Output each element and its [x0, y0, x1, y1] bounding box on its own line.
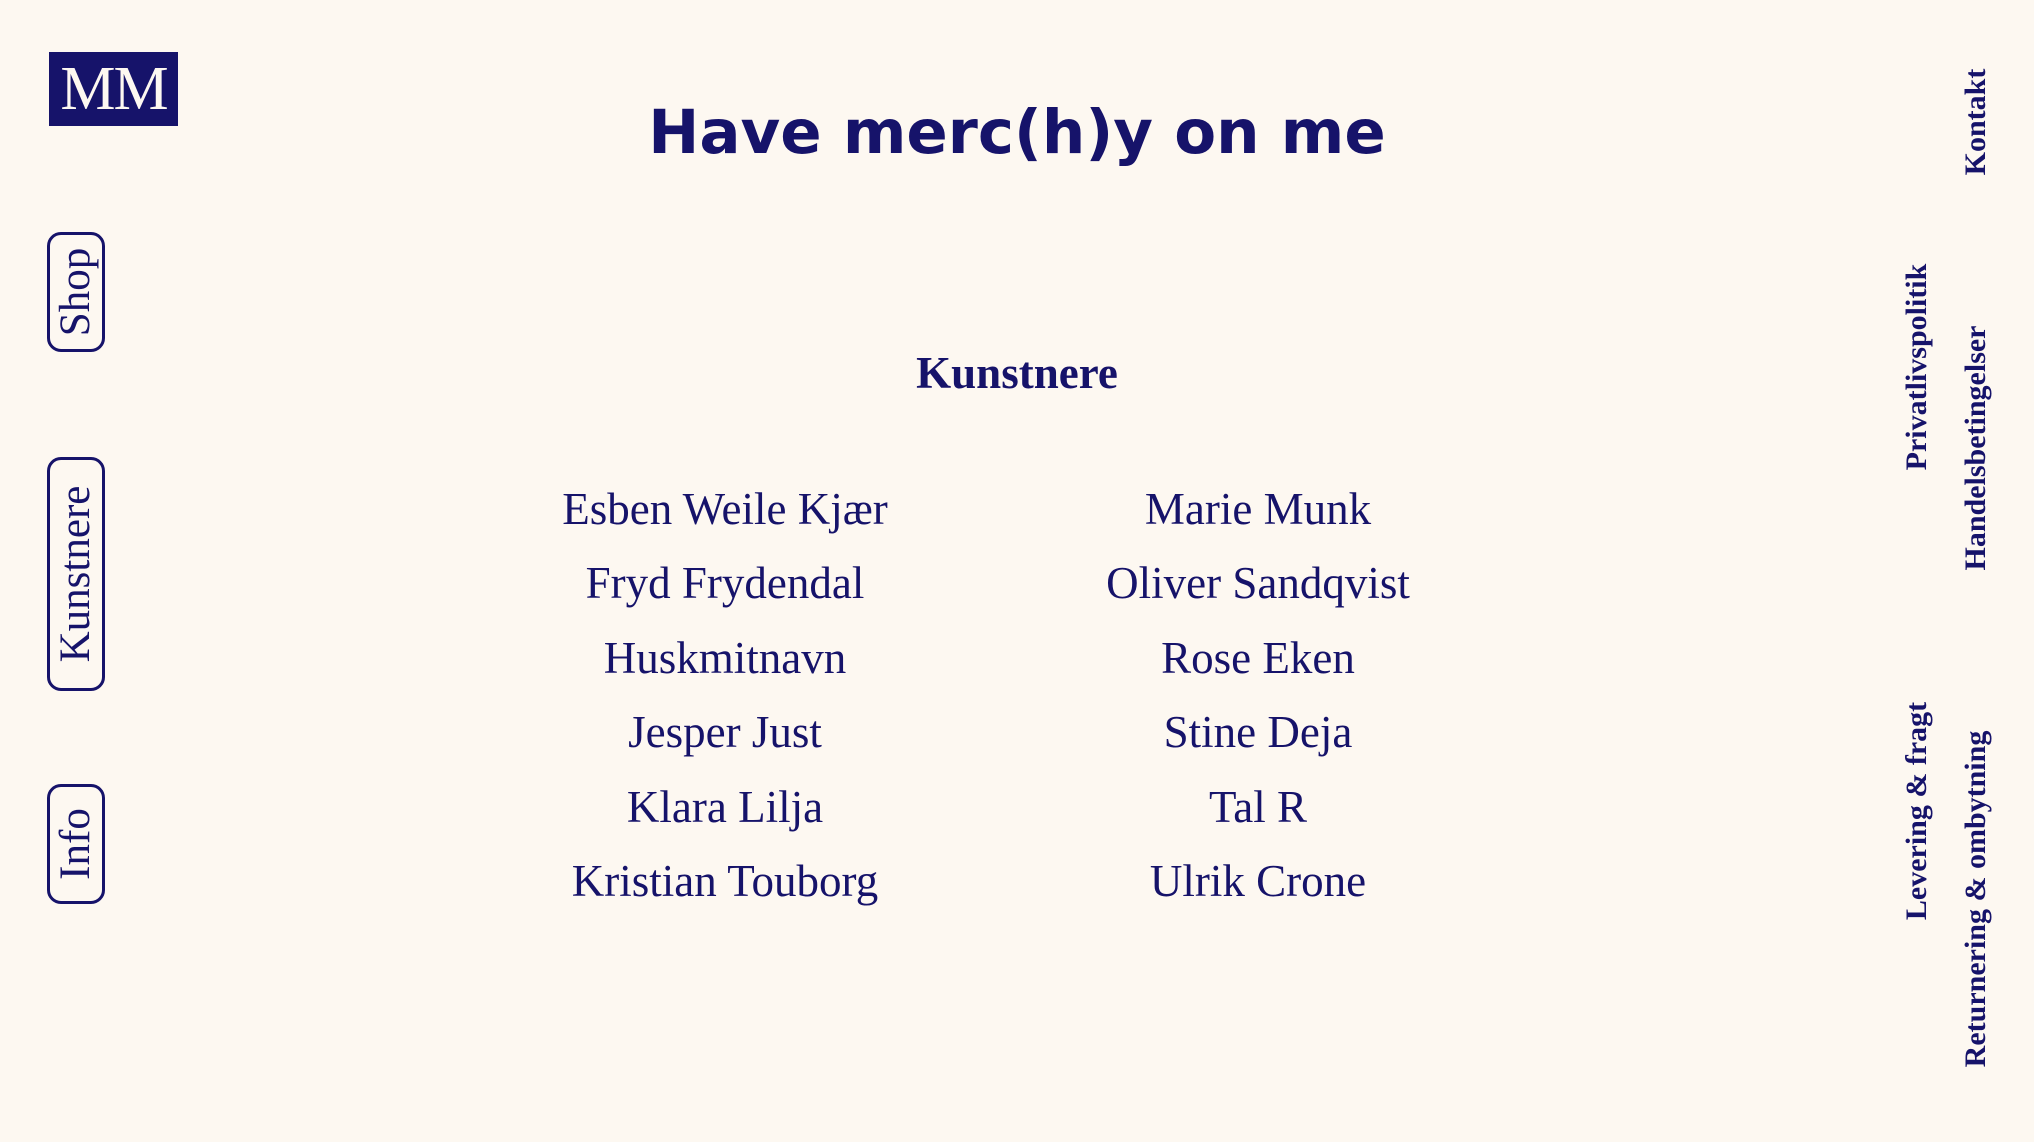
artist-link[interactable]: Esben Weile Kjær	[445, 478, 1005, 552]
site-title: Have merc(h)y on me	[648, 97, 1386, 168]
footer-link-label: Levering & fragt	[1900, 701, 1933, 921]
artist-list-left: Esben Weile Kjær Fryd Frydendal Huskmitn…	[445, 478, 1005, 924]
nav-shop-label: Shop	[52, 247, 99, 337]
artist-link[interactable]: Fryd Frydendal	[445, 552, 1005, 626]
footer-link-kontakt[interactable]: Kontakt	[1946, 58, 2006, 186]
artist-link[interactable]: Tal R	[978, 776, 1538, 850]
footer-link-label: Privatlivspolitik	[1900, 263, 1933, 471]
footer-link-handelsbetingelser[interactable]: Handelsbetingelser	[1946, 300, 2006, 596]
artist-link[interactable]: Marie Munk	[978, 478, 1538, 552]
artist-link[interactable]: Stine Deja	[978, 701, 1538, 775]
footer-link-label: Kontakt	[1959, 68, 1992, 176]
nav-shop-button[interactable]: Shop	[47, 232, 105, 352]
nav-kunstnere-label: Kunstnere	[52, 485, 99, 663]
nav-info-label: Info	[52, 808, 99, 880]
nav-kunstnere-button[interactable]: Kunstnere	[47, 457, 105, 691]
artist-list-right: Marie Munk Oliver Sandqvist Rose Eken St…	[978, 478, 1538, 924]
artist-link[interactable]: Jesper Just	[445, 701, 1005, 775]
artist-link[interactable]: Kristian Touborg	[445, 850, 1005, 924]
artist-link[interactable]: Rose Eken	[978, 627, 1538, 701]
footer-link-label: Returnering & ombytning	[1959, 730, 1992, 1068]
footer-link-returnering[interactable]: Returnering & ombytning	[1946, 700, 2006, 1098]
artist-link[interactable]: Klara Lilja	[445, 776, 1005, 850]
artist-link[interactable]: Oliver Sandqvist	[978, 552, 1538, 626]
footer-link-label: Handelsbetingelser	[1959, 325, 1992, 571]
artist-link[interactable]: Ulrik Crone	[978, 850, 1538, 924]
section-title: Kunstnere	[916, 348, 1118, 398]
footer-link-privatlivspolitik[interactable]: Privatlivspolitik	[1887, 245, 1947, 489]
nav-info-button[interactable]: Info	[47, 784, 105, 904]
artist-link[interactable]: Huskmitnavn	[445, 627, 1005, 701]
footer-link-levering[interactable]: Levering & fragt	[1887, 685, 1947, 937]
